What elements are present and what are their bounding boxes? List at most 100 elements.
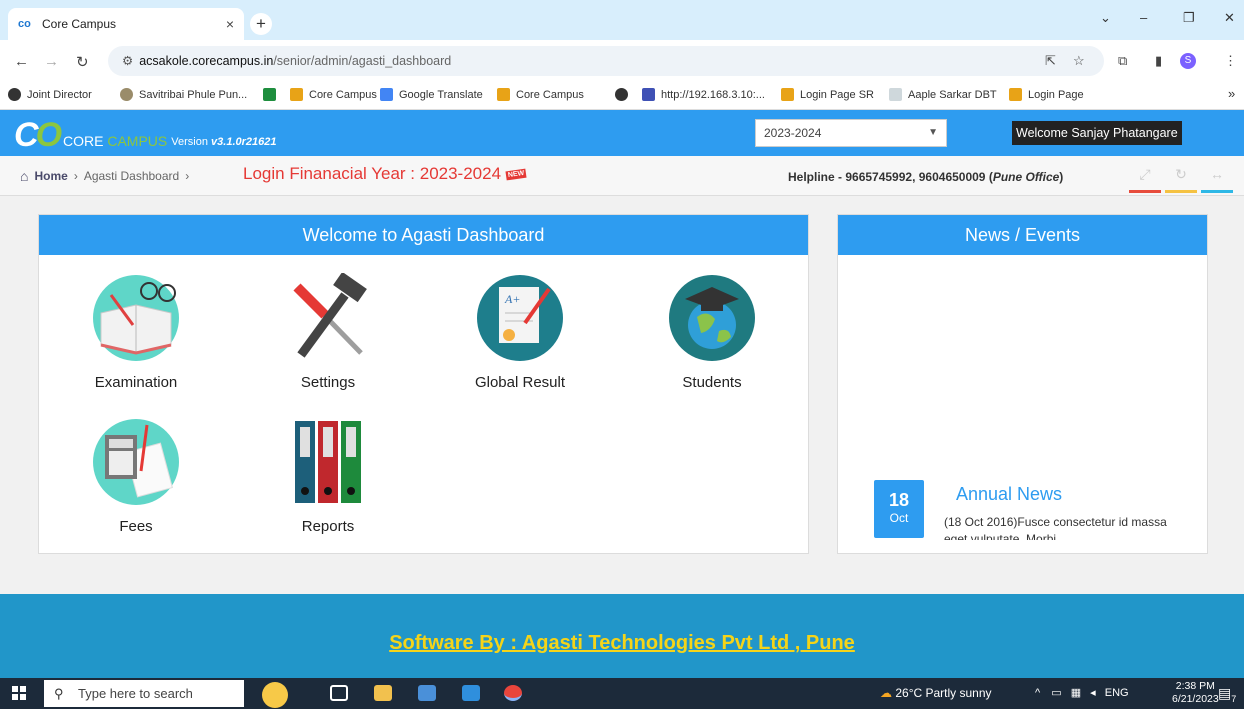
- sidebar-icon[interactable]: ▮: [1155, 53, 1162, 69]
- reports-binders-icon: [295, 421, 361, 503]
- breadcrumb-separator-icon: ›: [185, 169, 190, 183]
- tile-fees[interactable]: Fees: [66, 417, 206, 535]
- settings-tools-icon: [293, 271, 367, 358]
- bookmark-item[interactable]: Core Campus: [497, 88, 584, 101]
- dsm-icon: [642, 88, 655, 101]
- back-icon[interactable]: ←: [14, 53, 29, 70]
- sheet-icon: [263, 88, 276, 101]
- network-icon[interactable]: ▦: [1071, 687, 1081, 699]
- bookmark-item[interactable]: [615, 88, 634, 101]
- core-campus-logo[interactable]: CO CORE CAMPUS Version v3.1.0r21621: [14, 114, 276, 152]
- weather-widget[interactable]: ☁ 26°C Partly sunny: [880, 686, 992, 700]
- reload-icon[interactable]: ↻: [76, 53, 89, 71]
- mail-icon[interactable]: [462, 685, 480, 701]
- bookmark-star-icon[interactable]: ☆: [1073, 53, 1085, 69]
- news-date: 18 Oct: [874, 480, 924, 538]
- examination-book-icon: [93, 275, 179, 361]
- tile-settings[interactable]: Settings: [258, 271, 398, 391]
- globe-icon: [615, 88, 628, 101]
- news-item-title[interactable]: Annual News: [956, 484, 1062, 505]
- tab-title: Core Campus: [42, 17, 117, 31]
- helpline: Helpline - 9665745992, 9604650009 (Pune …: [788, 170, 1064, 184]
- core-campus-bookmark-icon: [497, 88, 510, 101]
- students-globe-icon: [669, 275, 755, 361]
- tile-label: Reports: [301, 518, 355, 535]
- tab-search-chevron-icon[interactable]: ⌄: [1100, 10, 1111, 26]
- bookmark-item[interactable]: Savitribai Phule Pun...: [120, 88, 247, 101]
- tile-global-result[interactable]: A+ Global Result: [450, 273, 590, 391]
- notification-center-icon[interactable]: ▤7: [1218, 685, 1236, 704]
- news-title: News / Events: [838, 215, 1207, 255]
- bookmark-item[interactable]: Aaple Sarkar DBT: [889, 88, 997, 101]
- file-explorer-icon[interactable]: [374, 685, 392, 701]
- search-highlight-icon[interactable]: [262, 682, 288, 708]
- news-item[interactable]: 18 Oct Annual News (18 Oct 2016)Fusce co…: [874, 480, 1194, 540]
- site-info-icon[interactable]: ⚙: [122, 54, 133, 68]
- tile-label: Students: [682, 374, 742, 391]
- tile-examination[interactable]: Examination: [66, 273, 206, 391]
- tile-reports[interactable]: Reports: [258, 417, 398, 535]
- footer: Software By : Agasti Technologies Pvt Lt…: [0, 594, 1244, 678]
- svg-text:A+: A+: [504, 292, 520, 306]
- restore-icon[interactable]: ❐: [1183, 10, 1195, 26]
- close-window-icon[interactable]: ✕: [1224, 10, 1235, 26]
- bookmark-item[interactable]: Core Campus: [290, 88, 377, 101]
- windows-start-icon[interactable]: [12, 686, 26, 700]
- profile-avatar-icon[interactable]: S: [1180, 53, 1196, 69]
- login-page-icon: [781, 88, 794, 101]
- bookmark-item[interactable]: Joint Director: [8, 88, 92, 101]
- breadcrumb-current: Agasti Dashboard: [83, 169, 180, 183]
- show-hidden-icons-icon[interactable]: ^: [1035, 687, 1040, 699]
- chrome-icon[interactable]: [504, 685, 522, 701]
- footer-credit-link[interactable]: Software By : Agasti Technologies Pvt Lt…: [389, 632, 855, 655]
- expand-width-icon[interactable]: ↔: [1200, 166, 1234, 182]
- financial-year-select[interactable]: 2023-2024 ▼: [755, 119, 947, 147]
- fullscreen-icon[interactable]: ⤢: [1128, 166, 1162, 183]
- logo-mark: CO: [14, 116, 62, 154]
- app-header: CO CORE CAMPUS Version v3.1.0r21621 2023…: [0, 110, 1244, 156]
- new-tab-button[interactable]: +: [250, 13, 272, 35]
- volume-muted-icon[interactable]: ◂: [1090, 687, 1096, 699]
- more-bookmarks-icon[interactable]: »: [1228, 86, 1235, 101]
- home-icon[interactable]: ⌂: [20, 168, 28, 184]
- tab-close-icon[interactable]: ×: [226, 16, 234, 32]
- minimize-icon[interactable]: –: [1140, 10, 1147, 25]
- share-icon[interactable]: ⇱: [1045, 53, 1056, 69]
- news-panel: News / Events 18 Oct Annual News (18 Oct…: [837, 214, 1208, 554]
- os-taskbar: ⚲ Type here to search ☁ 26°C Partly sunn…: [0, 678, 1244, 709]
- breadcrumb-home[interactable]: Home: [34, 169, 67, 183]
- menu-kebab-icon[interactable]: ⋮: [1224, 53, 1237, 69]
- taskbar-clock[interactable]: 2:38 PM 6/21/2023: [1172, 680, 1219, 706]
- url-field[interactable]: ⚙ acsakole.corecampus.in/senior/admin/aga…: [108, 46, 1104, 76]
- refresh-indicator: [1165, 190, 1197, 193]
- globe-icon: [8, 88, 21, 101]
- forward-icon[interactable]: →: [44, 53, 59, 70]
- url-path: /senior/admin/agasti_dashboard: [273, 54, 452, 68]
- browser-address-bar: ← → ↻ ⚙ acsakole.corecampus.in/senior/adm…: [0, 40, 1244, 82]
- app-version: Version v3.1.0r21621: [171, 136, 277, 148]
- financial-year-value: 2023-2024: [764, 126, 822, 140]
- battery-icon[interactable]: ▭: [1051, 687, 1061, 699]
- language-indicator[interactable]: ENG: [1105, 687, 1129, 699]
- logo-wordmark: CORE CAMPUS: [63, 133, 168, 149]
- bookmark-item[interactable]: Google Translate: [380, 88, 483, 101]
- tile-students[interactable]: Students: [642, 273, 782, 391]
- notification-count: 7: [1231, 693, 1237, 704]
- tile-label: Settings: [300, 374, 356, 391]
- store-icon[interactable]: [418, 685, 436, 701]
- bookmark-item[interactable]: http://192.168.3.10:...: [642, 88, 765, 101]
- login-financial-year: Login Finanacial Year : 2023-2024 NEW: [243, 164, 527, 184]
- bookmark-item[interactable]: [263, 88, 282, 101]
- new-badge-icon: NEW: [505, 168, 527, 181]
- chevron-down-icon: ▼: [928, 127, 938, 138]
- bookmark-item[interactable]: Login Page: [1009, 88, 1084, 101]
- expand-indicator: [1201, 190, 1233, 193]
- task-view-icon[interactable]: [330, 685, 348, 701]
- browser-tab[interactable]: co Core Campus ×: [8, 8, 244, 40]
- taskbar-search-input[interactable]: ⚲ Type here to search: [44, 680, 244, 707]
- extensions-icon[interactable]: ⧉: [1118, 53, 1127, 69]
- search-icon: ⚲: [54, 686, 64, 701]
- refresh-icon[interactable]: ↻: [1164, 166, 1198, 183]
- welcome-user[interactable]: Welcome Sanjay Phatangare: [1012, 121, 1182, 145]
- bookmark-item[interactable]: Login Page SR: [781, 88, 874, 101]
